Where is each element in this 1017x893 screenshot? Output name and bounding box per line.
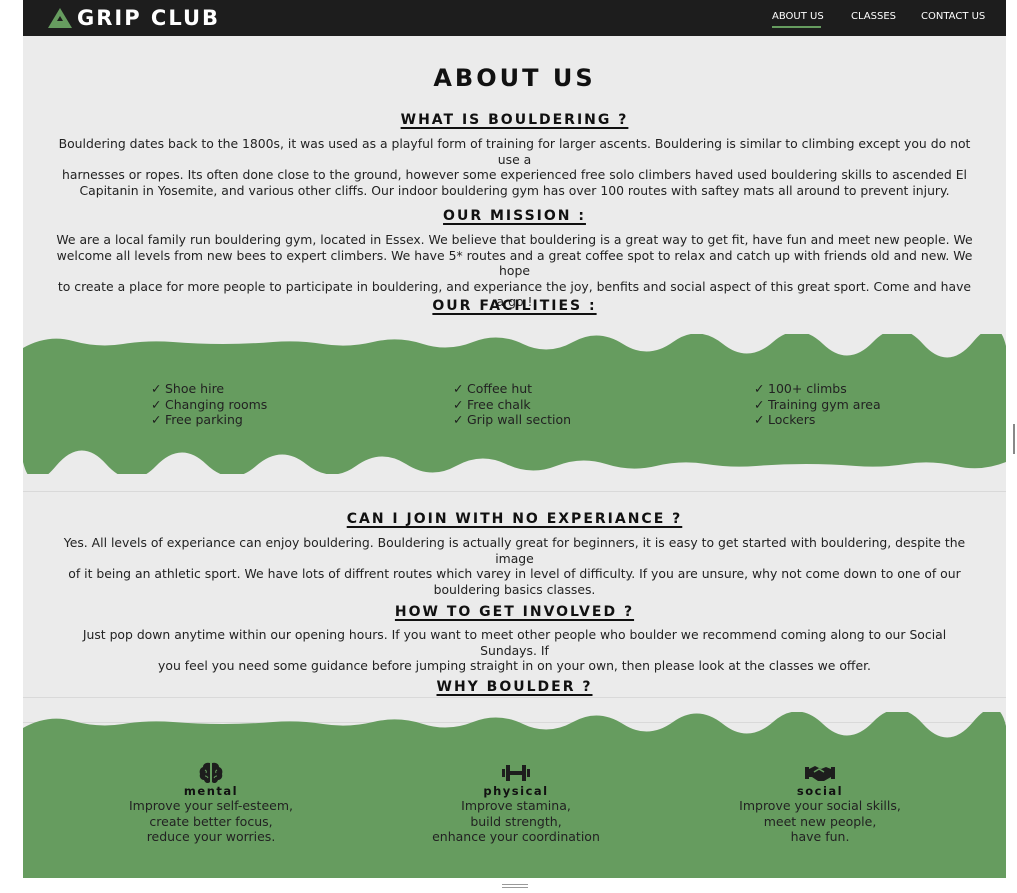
check-icon: ✓: [151, 412, 162, 427]
list-item: ✓ Training gym area: [754, 396, 881, 412]
check-icon: ✓: [453, 396, 464, 412]
scrollbar[interactable]: [1013, 424, 1015, 454]
nav-link-about-us[interactable]: ABOUT US: [772, 10, 824, 24]
why-text-line: enhance your coordination: [432, 829, 600, 844]
list-item: ✓ Shoe hire: [151, 381, 225, 396]
nav-link-contact-us[interactable]: CONTACT US: [921, 10, 985, 24]
why-title-social: SOCIAL: [796, 784, 844, 798]
active-nav-indicator: [772, 26, 821, 28]
list-item: ✓ Changing rooms: [151, 396, 268, 412]
divider: [23, 697, 1006, 698]
list-item: ✓ Free chalk: [453, 396, 531, 412]
what-is-bouldering-text: Bouldering dates back to the 1800s, it w…: [58, 136, 971, 198]
list-item: ✓ Grip wall section: [453, 412, 572, 427]
why-title-mental: mental: [183, 784, 239, 798]
brain-icon: [111, 762, 311, 784]
drag-handle[interactable]: [502, 884, 528, 890]
dumbbell-icon: [416, 762, 616, 784]
nav-link-classes[interactable]: CLASSES: [851, 10, 896, 24]
check-icon: ✓: [754, 396, 765, 412]
navbar: GRIP CLUB ABOUT US CLASSES CONTACT US: [23, 0, 1006, 36]
why-text-line: meet new people,: [763, 813, 877, 829]
section-heading-what-is-bouldering: What is bouldering ?: [400, 112, 629, 128]
why-text-line: create better focus,: [149, 813, 273, 829]
section-heading-join-no-experience: Can I join with no experiance ?: [346, 511, 683, 527]
brand-logo[interactable]: GRIP CLUB: [47, 4, 220, 32]
why-text-line: Improve your social skills,: [739, 798, 901, 813]
list-item: ✓ Lockers: [754, 412, 816, 427]
check-icon: ✓: [151, 396, 162, 412]
why-text-line: reduce your worries.: [146, 829, 276, 844]
section-heading-why-boulder: Why boulder ?: [436, 679, 593, 695]
why-title-physical: PHYSICAL: [483, 784, 549, 798]
section-heading-our-facilities: Our Facilities :: [432, 298, 597, 314]
section-heading-how-to-get-involved: How to get involved ?: [394, 604, 635, 620]
list-item: ✓ 100+ climbs: [754, 381, 847, 396]
page: GRIP CLUB ABOUT US CLASSES CONTACT US AB…: [23, 0, 1006, 878]
check-icon: ✓: [754, 412, 765, 427]
check-icon: ✓: [453, 412, 464, 427]
section-heading-our-mission: Our Mission :: [443, 208, 586, 224]
how-to-get-involved-text: Just pop down anytime within our opening…: [82, 627, 947, 673]
page-title: ABOUT US: [433, 64, 596, 92]
why-text-line: build strength,: [470, 813, 562, 829]
list-item: ✓ Free parking: [151, 412, 243, 427]
facilities-column-3: ✓ 100+ climbs ✓ Training gym area ✓ Lockers: [754, 381, 881, 428]
handshake-icon: [720, 762, 920, 784]
why-text-line: have fun.: [790, 829, 850, 844]
facilities-column-1: ✓ Shoe hire ✓ Changing rooms ✓ Free parking: [151, 381, 267, 428]
divider: [23, 491, 1006, 492]
check-icon: ✓: [453, 381, 464, 396]
why-column-physical: PHYSICAL Improve stamina, build strength…: [416, 762, 616, 845]
why-text-line: Improve stamina,: [461, 798, 571, 813]
list-item: ✓ Coffee hut: [453, 381, 533, 396]
brand-name: GRIP CLUB: [77, 6, 221, 30]
check-icon: ✓: [151, 381, 162, 396]
mountain-icon: [48, 8, 72, 28]
why-column-social: SOCIAL Improve your social skills, meet …: [720, 762, 920, 845]
why-column-mental: mental Improve your self-esteem, create …: [111, 762, 311, 845]
check-icon: ✓: [754, 381, 765, 396]
join-no-experience-text: Yes. All levels of experiance can enjoy …: [63, 535, 966, 597]
facilities-column-2: ✓ Coffee hut ✓ Free chalk ✓ Grip wall secti…: [453, 381, 571, 428]
why-text-line: Improve your self-esteem,: [129, 798, 293, 813]
